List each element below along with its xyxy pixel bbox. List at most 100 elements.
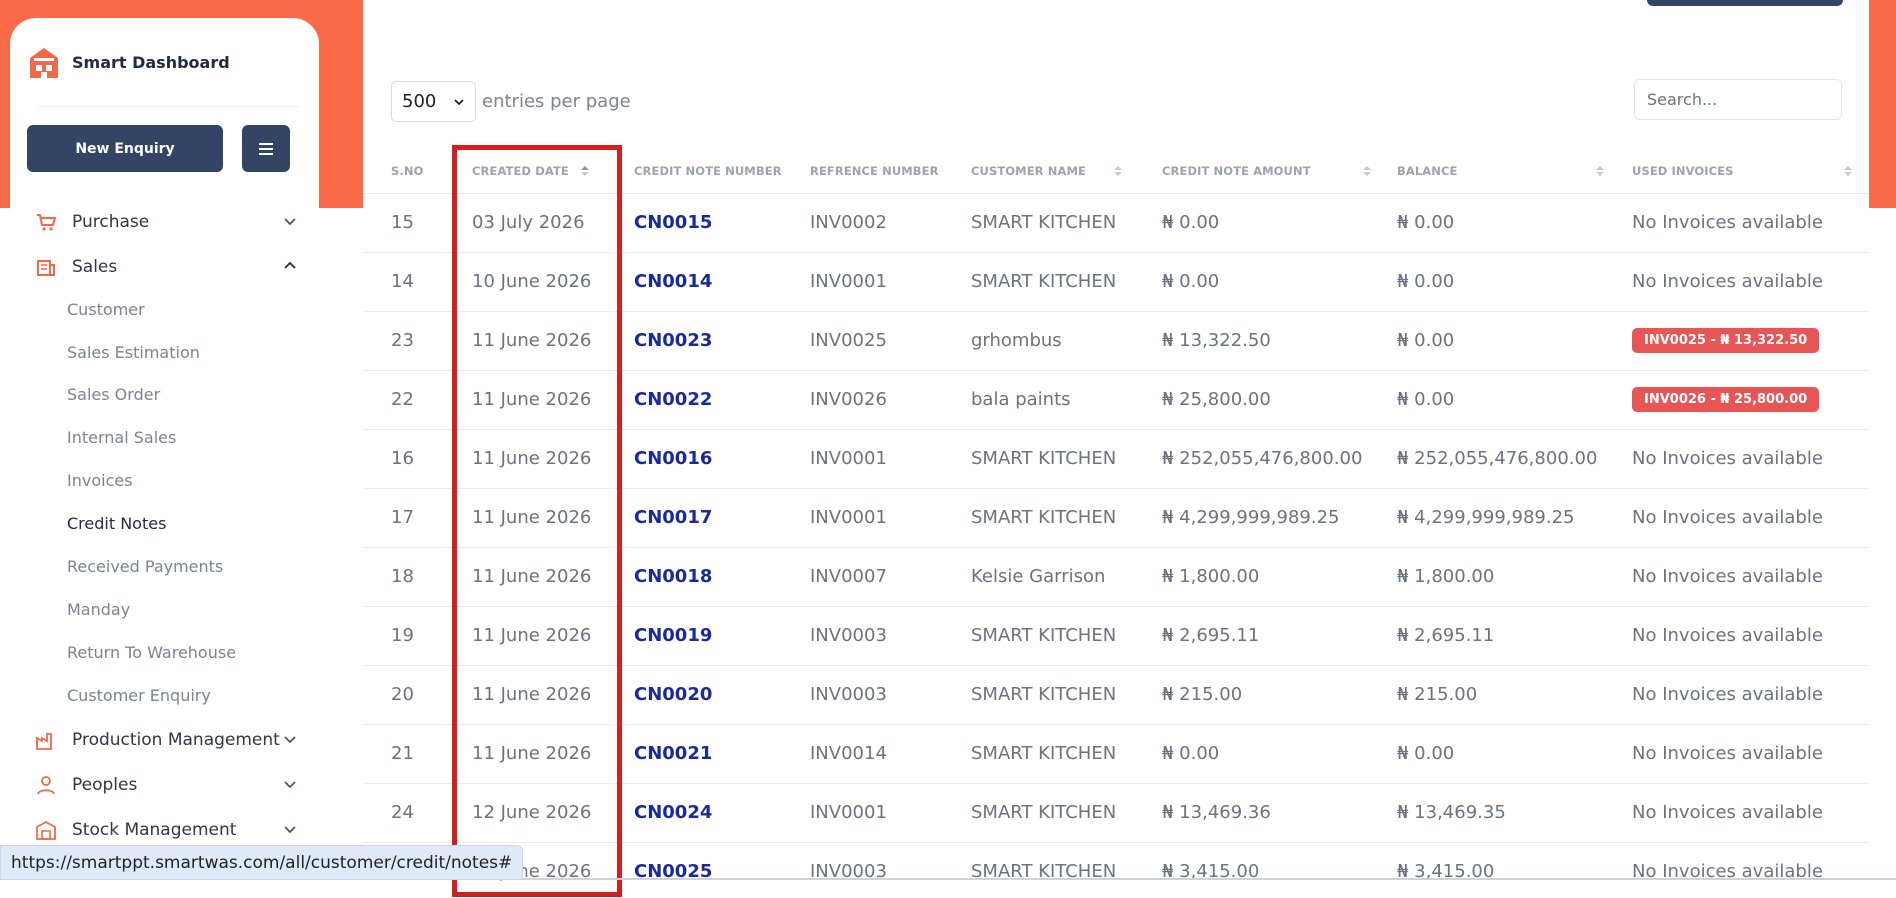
cell-credit-note-number[interactable]: CN0015 [634, 212, 712, 233]
cell-created-date: 11 June 2026 [472, 330, 592, 351]
cell-reference-number: INV0003 [810, 684, 887, 705]
divider [38, 106, 300, 107]
table-row[interactable]: 19 11 June 2026 CN0019 INV0003 SMART KITCHEN… [363, 607, 1869, 666]
entries-per-page-select[interactable]: 500 [391, 81, 476, 122]
cell-credit-note-number[interactable]: CN0023 [634, 330, 712, 351]
cell-balance: ₦ 13,469.35 [1397, 802, 1506, 823]
table-row[interactable]: 20 11 June 2026 CN0020 INV0003 SMART KITCHEN… [363, 666, 1869, 725]
table-row[interactable]: 17 11 June 2026 CN0017 INV0001 SMART KITCHEN… [363, 489, 1869, 548]
column-header-reference-number[interactable]: REFRENCE NUMBER [810, 164, 939, 178]
table-row[interactable]: 15 03 July 2026 CN0015 INV0002 SMART KITCHEN… [363, 194, 1869, 253]
sidebar-subitem-invoices[interactable]: Invoices [67, 471, 133, 490]
cell-credit-note-number[interactable]: CN0019 [634, 625, 712, 646]
table-row[interactable]: 23 11 June 2026 CN0023 INV0025 grhombus ₦ 13,… [363, 312, 1869, 371]
search-input[interactable] [1634, 79, 1842, 120]
sidebar-subitem-customer[interactable]: Customer [67, 300, 145, 319]
sidebar-subitem-manday[interactable]: Manday [67, 600, 130, 619]
warehouse-icon [36, 820, 56, 840]
cell-created-date: 11 June 2026 [472, 566, 592, 587]
table-row[interactable]: 14 10 June 2026 CN0014 INV0001 SMART KITCHEN… [363, 253, 1869, 312]
table-row[interactable]: 2512 June 2026CN0025INV0003SMART KITCHEN… [363, 843, 1869, 898]
column-header-used-invoices[interactable]: USED INVOICES [1632, 164, 1852, 178]
sidebar-item-peoples[interactable]: Peoples [34, 770, 304, 800]
cell-credit-note-number[interactable]: CN0020 [634, 684, 712, 705]
chevron-down-icon [284, 736, 296, 744]
sidebar-subitem-sales-estimation[interactable]: Sales Estimation [67, 343, 200, 362]
cell-credit-note-number[interactable]: CN0016 [634, 448, 712, 469]
cell-credit-note-amount: ₦ 4,299,999,989.25 [1162, 507, 1340, 528]
cell-credit-note-amount: ₦ 13,322.50 [1162, 330, 1271, 351]
cell-customer-name: SMART KITCHEN [971, 212, 1117, 233]
cell-reference-number: INV0003 [810, 625, 887, 646]
column-header-credit-note-number[interactable]: CREDIT NOTE NUMBER [634, 164, 782, 178]
cell-reference-number: INV0025 [810, 330, 887, 351]
cell-sno: 15 [391, 212, 414, 233]
chevron-down-icon [284, 826, 296, 834]
header-label: USED INVOICES [1632, 164, 1734, 178]
sidebar-subitem-customer-enquiry[interactable]: Customer Enquiry [67, 686, 211, 705]
sidebar-item-label: Stock Management [72, 820, 237, 840]
sort-icon [1595, 166, 1604, 176]
header-label: CREDIT NOTE AMOUNT [1162, 164, 1311, 178]
cell-sno: 16 [391, 448, 414, 469]
cell-credit-note-amount: ₦ 0.00 [1162, 271, 1220, 292]
cell-used-invoices: No Invoices available [1632, 625, 1823, 646]
cell-credit-note-number[interactable]: CN0022 [634, 389, 712, 410]
entries-value: 500 [402, 91, 437, 112]
cell-created-date: 03 July 2026 [472, 212, 585, 233]
cell-credit-note-number[interactable]: CN0024 [634, 802, 712, 823]
sort-icon [1843, 166, 1852, 176]
cell-credit-note-amount: ₦ 252,055,476,800.00 [1162, 448, 1363, 469]
column-header-balance[interactable]: BALANCE [1397, 164, 1604, 178]
sidebar-subitem-internal-sales[interactable]: Internal Sales [67, 428, 176, 447]
table-row[interactable]: 21 11 June 2026 CN0021 INV0014 SMART KITCHEN… [363, 725, 1869, 784]
cell-created-date: 11 June 2026 [472, 625, 592, 646]
table-row[interactable]: 22 11 June 2026 CN0022 INV0026 bala paints ₦ … [363, 371, 1869, 430]
cell-created-date: 11 June 2026 [472, 743, 592, 764]
cell-credit-note-number[interactable]: CN0021 [634, 743, 712, 764]
sort-icon [1113, 166, 1122, 176]
entries-control: 500 entries per page [391, 81, 631, 122]
sidebar-subitem-received-payments[interactable]: Received Payments [67, 557, 223, 576]
status-bar-url: https://smartppt.smartwas.com/all/custom… [0, 845, 524, 880]
sidebar-item-label: Production Management [72, 730, 280, 750]
cell-credit-note-amount: ₦ 13,469.36 [1162, 802, 1271, 823]
column-header-sno[interactable]: S.NO [391, 164, 423, 178]
cell-customer-name: bala paints [971, 389, 1071, 410]
cell-balance: ₦ 0.00 [1397, 389, 1455, 410]
top-action-button[interactable] [1647, 0, 1843, 6]
menu-toggle-button[interactable] [242, 125, 290, 172]
sidebar-item-purchase[interactable]: Purchase [34, 207, 304, 237]
sidebar-item-production-management[interactable]: Production Management [34, 725, 304, 755]
table-row[interactable]: 18 11 June 2026 CN0018 INV0007 Kelsie Garris… [363, 548, 1869, 607]
cell-credit-note-amount: ₦ 0.00 [1162, 212, 1220, 233]
cell-used-invoices: No Invoices available [1632, 566, 1823, 587]
sidebar-subitem-sales-order[interactable]: Sales Order [67, 385, 160, 404]
sidebar-item-sales[interactable]: Sales [34, 252, 304, 282]
cell-credit-note-number[interactable]: CN0017 [634, 507, 712, 528]
cell-created-date: 11 June 2026 [472, 684, 592, 705]
sidebar-item-stock-management[interactable]: Stock Management [34, 815, 304, 845]
sidebar-subitem-credit-notes[interactable]: Credit Notes [67, 514, 166, 533]
column-header-customer-name[interactable]: CUSTOMER NAME [971, 164, 1122, 178]
table-row[interactable]: 16 11 June 2026 CN0016 INV0001 SMART KITCHEN… [363, 430, 1869, 489]
chevron-down-icon [454, 98, 464, 105]
cell-reference-number: INV0001 [810, 802, 887, 823]
cell-credit-note-number[interactable]: CN0018 [634, 566, 712, 587]
chevron-down-icon [284, 218, 296, 226]
sidebar-subitem-return-to-warehouse[interactable]: Return To Warehouse [67, 643, 236, 662]
new-enquiry-button[interactable]: New Enquiry [27, 125, 223, 172]
cell-reference-number: INV0001 [810, 271, 887, 292]
column-header-credit-note-amount[interactable]: CREDIT NOTE AMOUNT [1162, 164, 1371, 178]
brand[interactable]: Smart Dashboard [26, 44, 230, 80]
cell-customer-name: Kelsie Garrison [971, 566, 1106, 587]
cell-balance: ₦ 0.00 [1397, 212, 1455, 233]
cell-sno: 14 [391, 271, 414, 292]
table-row[interactable]: 24 12 June 2026 CN0024 INV0001 SMART KITCHEN… [363, 784, 1869, 843]
chevron-up-icon [284, 261, 296, 269]
column-header-created-date[interactable]: CREATED DATE [472, 164, 589, 178]
cell-balance: ₦ 0.00 [1397, 330, 1455, 351]
cell-reference-number: INV0007 [810, 566, 887, 587]
cell-credit-note-number[interactable]: CN0014 [634, 271, 712, 292]
cell-created-date: 10 June 2026 [472, 271, 592, 292]
